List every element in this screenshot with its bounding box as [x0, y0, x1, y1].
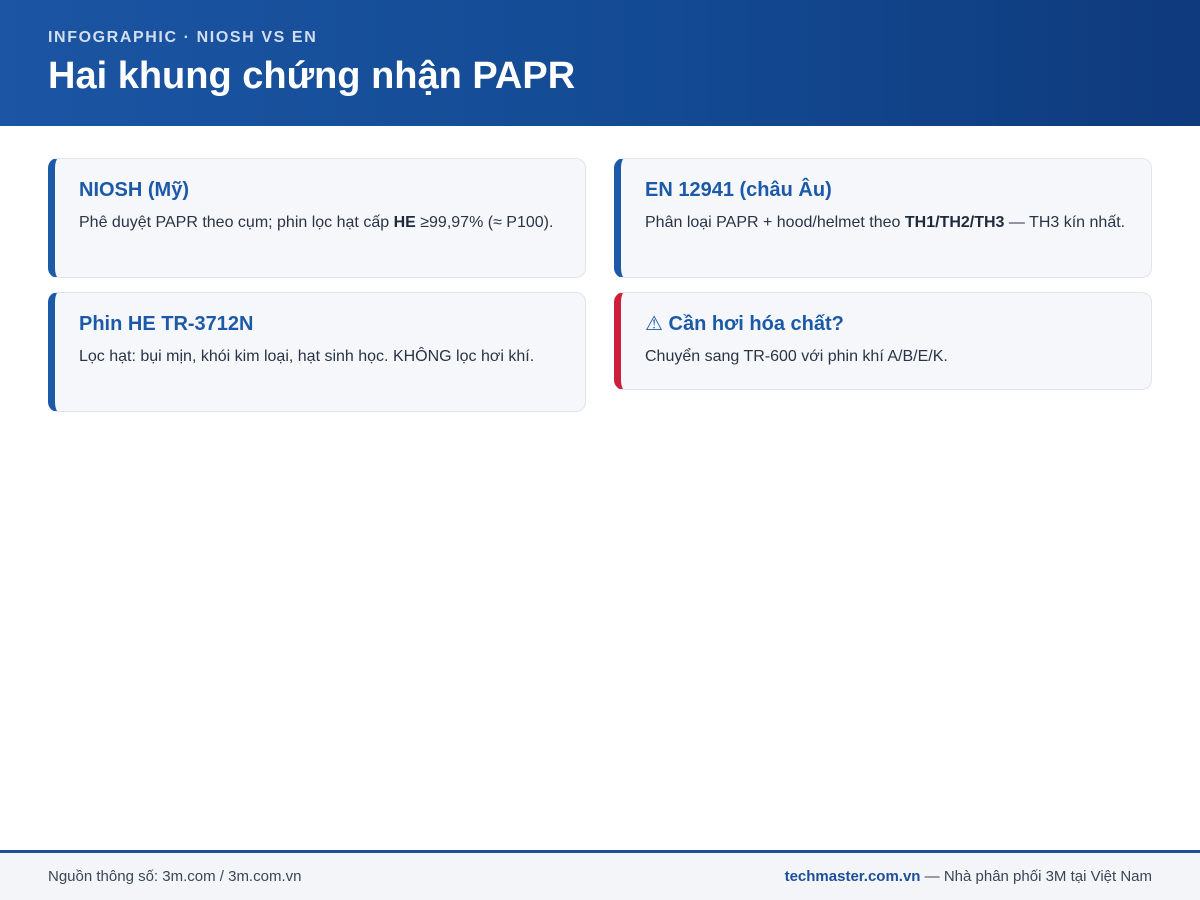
footer-source: Nguồn thông số: 3m.com / 3m.com.vn — [48, 868, 302, 885]
card-text: Phê duyệt PAPR theo cụm; phin lọc hạt cấ… — [79, 211, 563, 235]
card-text-bold: TH1/TH2/TH3 — [904, 214, 1005, 231]
card-niosh: NIOSH (Mỹ) Phê duyệt PAPR theo cụm; phin… — [48, 158, 586, 278]
card-text: Chuyển sang TR-600 với phin khí A/B/E/K. — [645, 348, 948, 365]
header-kicker: INFOGRAPHIC · NIOSH VS EN — [48, 29, 318, 46]
footer-brandline: techmaster.com.vn — Nhà phân phối 3M tại… — [785, 868, 1152, 885]
footer-tagline: — Nhà phân phối 3M tại Việt Nam — [920, 868, 1152, 885]
footer: Nguồn thông số: 3m.com / 3m.com.vn techm… — [0, 850, 1200, 900]
warning-icon: ⚠ — [645, 313, 663, 335]
page-title: Hai khung chứng nhận PAPR — [48, 55, 576, 97]
header-banner: INFOGRAPHIC · NIOSH VS EN Hai khung chứn… — [0, 0, 1200, 126]
card-title: Phin HE TR-3712N — [79, 313, 254, 335]
card-text: Lọc hạt: bụi mịn, khói kim loại, hạt sin… — [79, 348, 535, 365]
card-title: ⚠ Cần hơi hóa chất? — [645, 311, 1129, 337]
card-en12941: EN 12941 (châu Âu) Phân loại PAPR + hood… — [614, 158, 1152, 278]
card-text: Phân loại PAPR + hood/helmet theo TH1/TH… — [645, 211, 1129, 235]
card-title-text: Cần hơi hóa chất? — [668, 313, 844, 335]
footer-brand-link[interactable]: techmaster.com.vn — [785, 868, 921, 885]
card-text-part: Phê duyệt PAPR theo cụm; phin lọc hạt cấ… — [79, 214, 394, 231]
card-title: EN 12941 (châu Âu) — [645, 179, 832, 201]
card-chemical-vapor: ⚠ Cần hơi hóa chất? Chuyển sang TR-600 v… — [614, 292, 1152, 390]
card-text-part: ≥99,97% (≈ P100). — [415, 214, 554, 231]
card-he-filter: Phin HE TR-3712N Lọc hạt: bụi mịn, khói … — [48, 292, 586, 412]
card-title: NIOSH (Mỹ) — [79, 179, 189, 201]
card-text-bold: HE — [393, 214, 416, 231]
card-text-part: — TH3 kín nhất. — [1004, 214, 1126, 231]
card-text-part: Phân loại PAPR + hood/helmet theo — [645, 214, 905, 231]
